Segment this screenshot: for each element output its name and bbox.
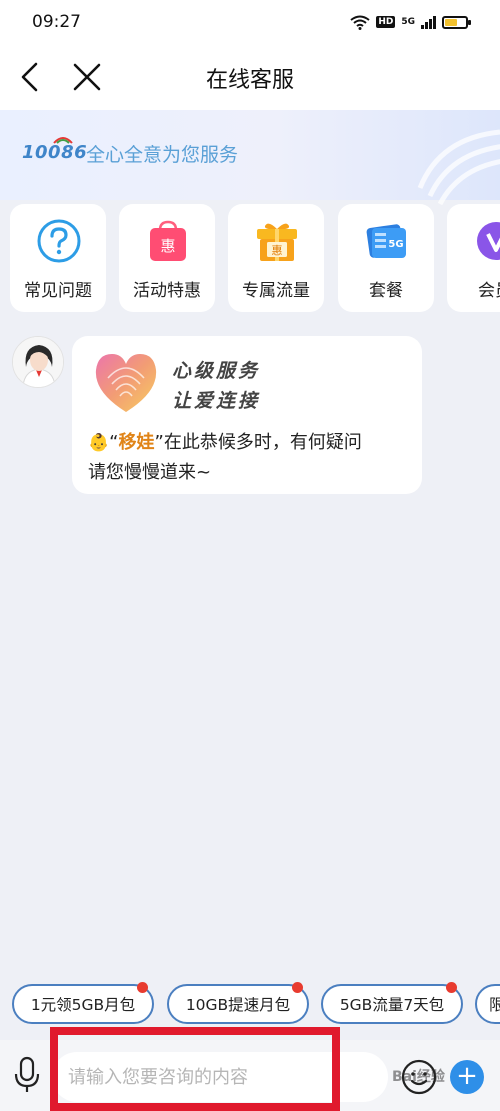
bag-icon-text: 惠: [160, 237, 175, 255]
suggestion-chip[interactable]: 10GB提速月包: [167, 982, 309, 1024]
baby-emoji-icon: 👶: [88, 433, 110, 453]
quick-entry-label: 套餐: [369, 281, 403, 301]
nav-bar: 在线客服: [0, 44, 500, 110]
red-dot-badge: [137, 982, 148, 993]
brand-slogan: 全心全意为您服务: [86, 144, 239, 166]
shopping-bag-icon: 惠: [150, 220, 186, 261]
quick-entry-plans[interactable]: 5G 套餐: [338, 204, 434, 312]
quick-entry-label: 常见问题: [24, 281, 92, 301]
service-slogan-line1: 心级服务: [172, 360, 261, 382]
red-dot-badge: [446, 982, 457, 993]
quick-entry-membership[interactable]: 会员: [447, 204, 500, 312]
quick-entry-label: 活动特惠: [133, 281, 201, 301]
message-input[interactable]: [52, 1052, 388, 1102]
page-title: 在线客服: [205, 68, 294, 93]
greeting-line1: 👶“移娃”在此恭候多时，有何疑问: [88, 428, 362, 454]
service-slogan-line2: 让爱连接: [172, 390, 261, 412]
suggestion-chips: 1元领5GB月包 10GB提速月包 5GB流量7天包 限: [0, 982, 500, 1028]
china-mobile-logo-icon: [417, 129, 500, 206]
hd-badge: HD: [376, 16, 396, 28]
chip-label: 5GB流量7天包: [339, 996, 445, 1014]
sim-icon-text: 5G: [388, 239, 403, 250]
gift-icon: 惠: [257, 223, 297, 261]
microphone-icon[interactable]: [12, 1056, 42, 1094]
quick-entries: 常见问题 惠 活动特惠 惠 专属流量 5G 套餐 会: [0, 200, 500, 316]
agent-avatar: [12, 336, 64, 388]
network-type: 5G: [401, 17, 415, 27]
sim-card-icon: 5G: [366, 224, 406, 258]
quick-entry-data[interactable]: 惠 专属流量: [228, 204, 324, 312]
suggestion-chip[interactable]: 限: [475, 984, 500, 1024]
battery-icon: [442, 15, 471, 29]
greeting-quote-open: “: [109, 432, 119, 453]
question-icon: [37, 219, 81, 263]
emoji-icon[interactable]: [400, 1058, 438, 1096]
wifi-icon: [350, 15, 370, 30]
quick-entry-faq[interactable]: 常见问题: [10, 204, 106, 312]
signal-icon: [421, 15, 436, 29]
status-bar: 09:27 HD 5G: [0, 0, 500, 44]
quick-entry-label: 专属流量: [242, 281, 310, 301]
logo-arc-icon: [53, 137, 73, 144]
vip-icon: [477, 222, 500, 260]
chip-label: 1元领5GB月包: [30, 996, 136, 1014]
plus-button[interactable]: +: [450, 1060, 484, 1094]
quick-entry-label: 会员: [478, 281, 500, 301]
greeting-line2: 请您慢慢道来~: [88, 462, 212, 483]
suggestion-chip[interactable]: 5GB流量7天包: [321, 982, 463, 1024]
greeting-name: 移娃: [118, 432, 155, 453]
chip-label: 限: [489, 996, 500, 1014]
gift-icon-text: 惠: [272, 243, 283, 257]
quick-entry-promotions[interactable]: 惠 活动特惠: [119, 204, 215, 312]
fingerprint-heart-icon: [95, 354, 157, 412]
chip-label: 10GB提速月包: [185, 996, 291, 1014]
suggestion-chip[interactable]: 1元领5GB月包: [12, 982, 154, 1024]
status-time: 09:27: [32, 12, 81, 32]
status-icons: HD 5G: [350, 15, 471, 30]
red-dot-badge: [292, 982, 303, 993]
brand-logo: 10086: [22, 142, 88, 163]
greeting-text: ”在此恭候多时，有何疑问: [154, 432, 362, 453]
